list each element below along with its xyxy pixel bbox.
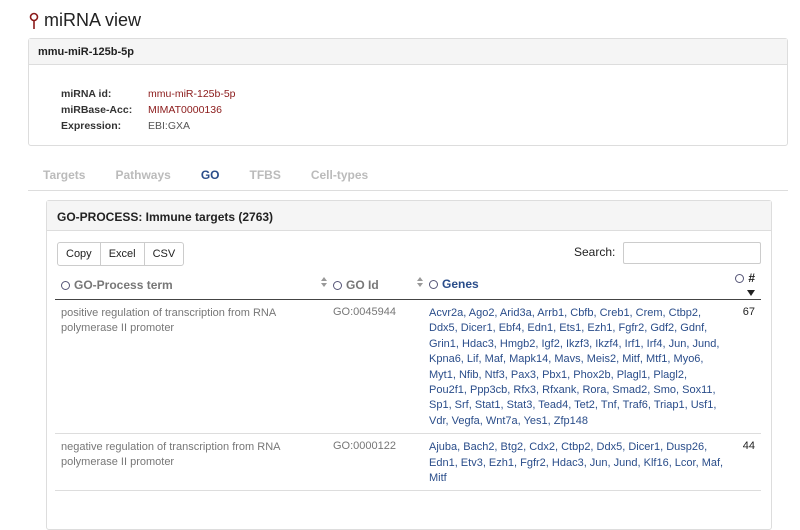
tab-bar: Targets Pathways GO TFBS Cell-types [28,168,788,191]
go-id-icon [333,281,342,290]
info-key: Expression: [61,120,122,132]
search-input[interactable] [623,242,761,264]
table-row: negative regulation of transcription fro… [55,433,761,492]
info-panel-header: mmu-miR-125b-5p [29,39,787,65]
count-cell: 44 [725,433,761,492]
export-button-group: Copy Excel CSV [57,242,185,266]
excel-button[interactable]: Excel [99,242,145,266]
mirna-info-panel: mmu-miR-125b-5p miRNA id: mmu-miR-125b-5… [28,38,788,146]
tab-go[interactable]: GO [186,168,235,190]
sort-icon [321,277,327,287]
genes-cell[interactable]: Ajuba, Bach2, Btg2, Cdx2, Ctbp2, Ddx5, D… [429,433,725,492]
info-row-mirna-id: miRNA id: mmu-miR-125b-5p [61,86,236,102]
column-header-go-id[interactable]: GO Id [333,271,429,300]
copy-button[interactable]: Copy [57,242,101,266]
go-term-cell: negative regulation of transcription fro… [55,433,333,492]
column-header-count[interactable]: # [725,271,761,300]
table-row: positive regulation of transcription fro… [55,299,761,435]
column-header-term[interactable]: GO-Process term [55,271,333,300]
go-id-cell: GO:0045944 [333,299,429,435]
info-value: EBI:GXA [148,120,191,132]
genes-cell[interactable]: Acvr2a, Ago2, Arid3a, Arrb1, Cbfb, Creb1… [429,299,725,435]
sort-icon [417,277,423,287]
search-label: Search: [574,245,616,259]
count-cell: 67 [725,299,761,435]
go-term-icon [61,280,70,290]
info-rows: miRNA id: mmu-miR-125b-5p miRBase-Acc: M… [61,86,236,134]
info-row-expression: Expression: EBI:GXA [61,118,236,134]
page-title: miRNA view [28,10,141,31]
go-panel-header: GO-PROCESS: Immune targets (2763) [47,201,771,231]
genes-icon [429,280,438,290]
sort-desc-icon [747,290,755,296]
column-header-genes[interactable]: Genes [429,271,725,300]
go-term-cell: positive regulation of transcription fro… [55,299,333,435]
csv-button[interactable]: CSV [143,242,185,266]
go-id-cell: GO:0000122 [333,433,429,492]
tab-pathways[interactable]: Pathways [100,168,185,190]
info-row-mirbase-acc: miRBase-Acc: MIMAT0000136 [61,102,236,118]
tab-cell-types[interactable]: Cell-types [296,168,383,190]
tab-targets[interactable]: Targets [28,168,100,190]
info-value-link[interactable]: MIMAT0000136 [148,104,222,116]
info-key: miRNA id: [61,88,112,100]
info-value-link[interactable]: mmu-miR-125b-5p [148,88,236,100]
page-title-text: miRNA view [44,10,142,30]
info-key: miRBase-Acc: [61,104,133,116]
go-table: GO-Process term GO Id Genes # positive r… [55,271,761,492]
go-process-panel: GO-PROCESS: Immune targets (2763) Copy E… [46,200,772,530]
count-icon [735,274,745,283]
mirna-icon [29,12,39,29]
tab-tfbs[interactable]: TFBS [235,168,296,190]
